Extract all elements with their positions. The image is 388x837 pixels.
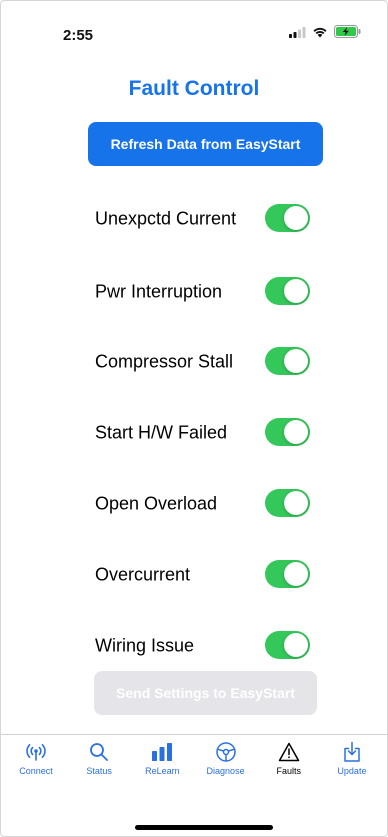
toggle-knob (284, 420, 308, 444)
tab-status[interactable]: Status (70, 735, 128, 789)
tab-label: Status (86, 766, 112, 776)
fault-row: Compressor Stall (95, 346, 315, 378)
battery-charging-icon (334, 25, 361, 43)
fault-toggle-switch[interactable] (265, 277, 310, 305)
home-indicator (135, 825, 273, 830)
tab-label: Update (337, 766, 367, 776)
fault-row: Start H/W Failed (95, 417, 315, 449)
tab-connect[interactable]: Connect (7, 735, 65, 789)
fault-label: Pwr Interruption (95, 281, 223, 302)
tab-label: Connect (19, 766, 53, 776)
status-time: 2:55 (63, 27, 94, 44)
fault-toggle-switch[interactable] (265, 347, 310, 375)
status-bar: 2:55 (1, 1, 387, 71)
send-settings-button[interactable]: Send Settings to EasyStart (94, 671, 317, 715)
toggle-knob (284, 206, 308, 230)
page-title: Fault Control (128, 77, 260, 100)
tab-label: Faults (276, 766, 301, 776)
toggle-knob (284, 491, 308, 515)
fault-row: Pwr Interruption (95, 276, 315, 308)
fault-toggle-switch[interactable] (265, 631, 310, 659)
magnifier-icon (89, 741, 109, 763)
fault-label: Open Overload (95, 493, 218, 514)
fault-label: Compressor Stall (95, 351, 234, 372)
fault-toggle-switch[interactable] (265, 489, 310, 517)
cellular-signal-icon (289, 25, 306, 43)
download-tray-icon (342, 741, 362, 763)
tab-relearn[interactable]: ReLearn (133, 735, 191, 789)
tab-diagnose[interactable]: Diagnose (197, 735, 255, 789)
toggle-knob (284, 633, 308, 657)
fault-row: Overcurrent (95, 559, 315, 591)
toggle-knob (284, 562, 308, 586)
fault-toggle-switch[interactable] (265, 204, 310, 232)
tab-label: ReLearn (145, 766, 180, 776)
bar-chart-icon (151, 741, 173, 763)
fault-toggle-switch[interactable] (265, 560, 310, 588)
tab-faults[interactable]: Faults (260, 735, 318, 789)
steering-wheel-icon (215, 741, 237, 763)
fault-label: Start H/W Failed (95, 422, 228, 443)
fault-label: Overcurrent (95, 564, 191, 585)
fault-label: Wiring Issue (95, 635, 195, 656)
refresh-data-button[interactable]: Refresh Data from EasyStart (88, 122, 323, 166)
fault-row: Open Overload (95, 488, 315, 520)
fault-label: Unexpctd Current (95, 208, 237, 229)
fault-row: Wiring Issue (95, 630, 315, 662)
tab-update[interactable]: Update (323, 735, 381, 789)
antenna-icon (25, 741, 47, 763)
tab-label: Diagnose (206, 766, 245, 776)
fault-row: Unexpctd Current (95, 203, 315, 235)
toggle-knob (284, 349, 308, 373)
status-icons (289, 25, 361, 43)
wifi-icon (312, 25, 328, 43)
warning-triangle-icon (278, 741, 300, 763)
tab-bar: Connect Status ReLearn Diagnose Faults U… (1, 734, 387, 789)
app-screen: 2:55 Fault Control Refresh Data from Eas… (0, 0, 388, 837)
fault-toggle-switch[interactable] (265, 418, 310, 446)
toggle-knob (284, 279, 308, 303)
